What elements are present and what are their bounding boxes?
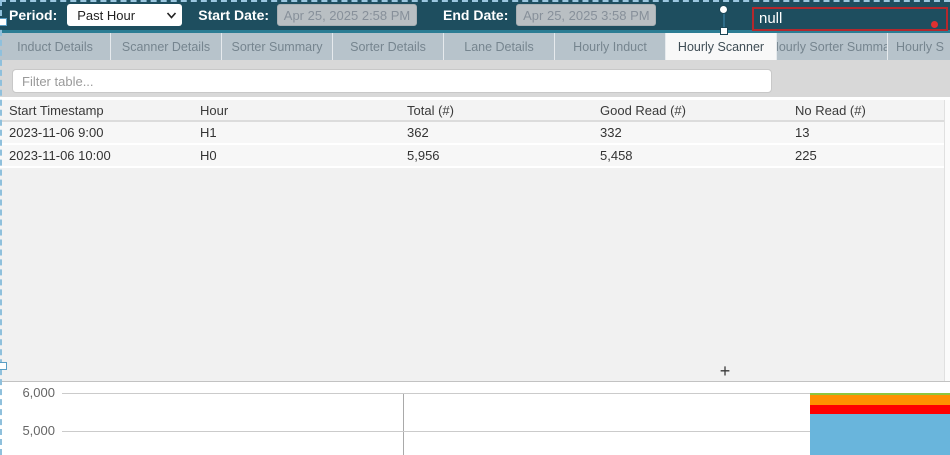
cell-hour: H0: [200, 148, 407, 163]
period-select-value: Past Hour: [77, 8, 135, 23]
filter-bar: [12, 69, 772, 93]
bar-segment-orange-segment: [810, 395, 950, 405]
column-header-good-read[interactable]: Good Read (#): [600, 103, 795, 118]
app-root: Period: Past Hour Start Date: Apr 25, 20…: [0, 0, 950, 455]
tab-sorter-details[interactable]: Sorter Details: [333, 33, 444, 60]
selection-handle[interactable]: [0, 18, 7, 26]
start-date-input[interactable]: Apr 25, 2025 2:58 PM: [277, 4, 417, 26]
tab-hourly-sorter-details[interactable]: Hourly Sort: [888, 33, 944, 60]
tab-lane-details[interactable]: Lane Details: [444, 33, 555, 60]
cell-total: 5,956: [407, 148, 600, 163]
end-date-input[interactable]: Apr 25, 2025 3:58 PM: [516, 4, 656, 26]
cell-start-timestamp: 2023-11-06 10:00: [0, 148, 200, 163]
y-axis-tick-label: 5,000: [13, 423, 55, 438]
bar-segment-red-segment: [810, 405, 950, 414]
table-row[interactable]: 2023-11-06 10:00 H0 5,956 5,458 225: [0, 145, 950, 168]
tab-sorter-summary[interactable]: Sorter Summary: [222, 33, 333, 60]
selected-null-element[interactable]: null: [752, 7, 948, 31]
tab-bar: Induct Details Scanner Details Sorter Su…: [0, 33, 950, 60]
column-header-hour[interactable]: Hour: [200, 103, 407, 118]
filter-input[interactable]: [12, 69, 772, 93]
column-header-total[interactable]: Total (#): [407, 103, 600, 118]
table-row[interactable]: 2023-11-06 9:00 H1 362 332 13: [0, 122, 950, 145]
cell-no-read: 225: [795, 148, 950, 163]
cell-no-read: 13: [795, 125, 950, 140]
table-vertical-scrollbar[interactable]: [944, 100, 950, 381]
cell-hour: H1: [200, 125, 407, 140]
cell-start-timestamp: 2023-11-06 9:00: [0, 125, 200, 140]
tab-hourly-induct[interactable]: Hourly Induct: [555, 33, 666, 60]
resize-handle[interactable]: [720, 27, 728, 35]
start-date-label: Start Date:: [198, 7, 269, 23]
column-header-no-read[interactable]: No Read (#): [795, 103, 950, 118]
add-row-button[interactable]: +: [714, 363, 736, 381]
cell-total: 362: [407, 125, 600, 140]
rotate-handle[interactable]: [719, 5, 728, 14]
cell-good-read: 5,458: [600, 148, 795, 163]
cell-good-read: 332: [600, 125, 795, 140]
tab-hourly-sorter-summary[interactable]: Hourly Sorter Summar: [777, 33, 888, 60]
bar-segment-blue-segment: [810, 414, 950, 455]
column-header-start-timestamp[interactable]: Start Timestamp: [0, 103, 200, 118]
selection-handle[interactable]: [0, 362, 7, 370]
chevron-down-icon: [166, 10, 177, 21]
error-dot-icon: [931, 21, 938, 28]
tab-scanner-details[interactable]: Scanner Details: [111, 33, 222, 60]
hourly-scanner-chart: 6,000 5,000: [0, 381, 950, 455]
y-axis-tick-label: 6,000: [13, 385, 55, 400]
period-label: Period:: [9, 7, 57, 23]
tab-hourly-scanner[interactable]: Hourly Scanner: [666, 33, 777, 60]
period-select[interactable]: Past Hour: [67, 4, 182, 26]
end-date-label: End Date:: [443, 7, 508, 23]
chart-category-divider: [403, 394, 404, 455]
bar-segment-green-segment: [810, 393, 950, 395]
tab-induct-details[interactable]: Induct Details: [0, 33, 111, 60]
table-header-row: Start Timestamp Hour Total (#) Good Read…: [0, 100, 950, 122]
data-table: Start Timestamp Hour Total (#) Good Read…: [0, 97, 950, 381]
